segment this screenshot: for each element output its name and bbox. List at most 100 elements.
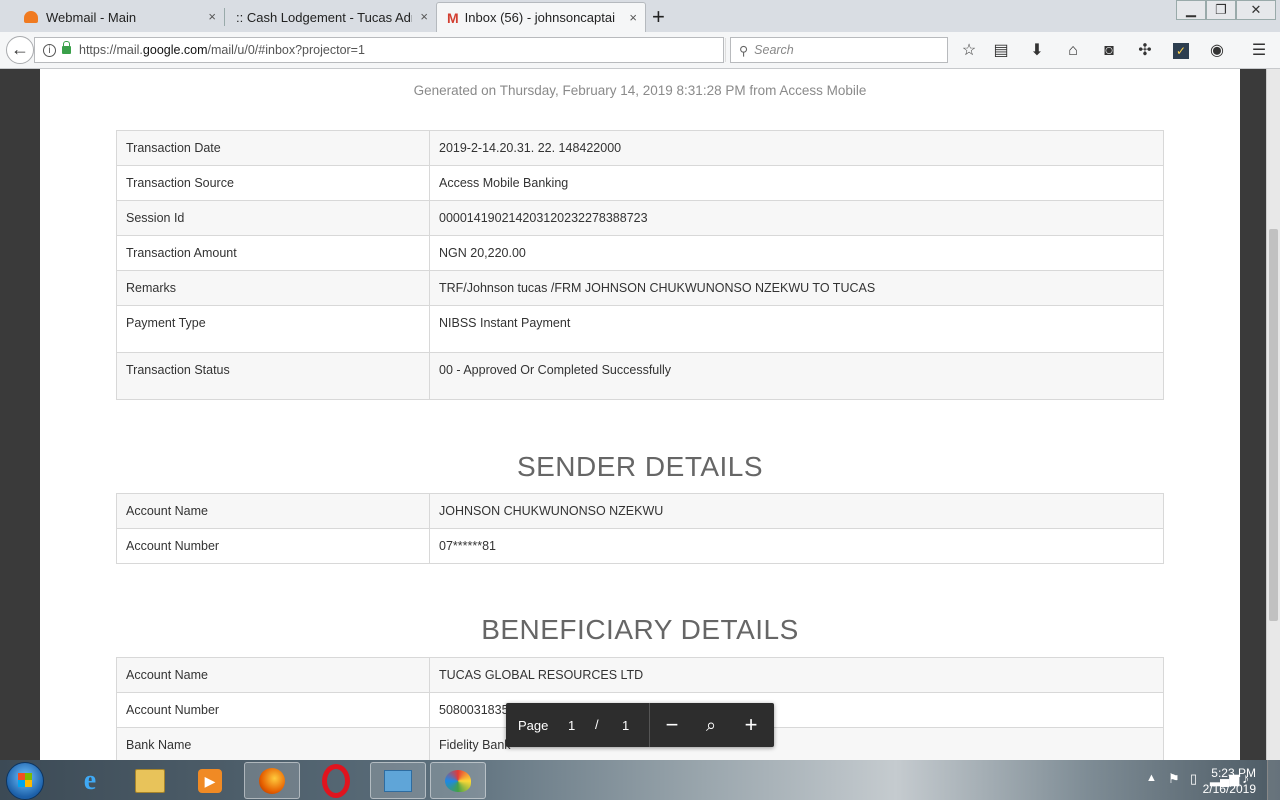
table-row: Session Id 000014190214203120232278388723 [116,200,1164,236]
clock-date: 2/16/2019 [1202,782,1256,796]
menu-icon[interactable]: ☰ [1248,40,1270,62]
reading-list-icon[interactable]: ▤ [990,40,1012,62]
search-placeholder: Search [754,43,794,57]
paint-icon[interactable] [430,762,486,799]
clock-time: 5:23 PM [1211,766,1256,780]
table-row: Transaction Amount NGN 20,220.00 [116,235,1164,271]
row-key: Transaction Date [116,130,430,166]
table-row: Transaction Source Access Mobile Banking [116,165,1164,201]
taskbar: e ▶ ▲ ⚑ ▯ ▂▄▆ ♪ 5:23 PM 2/16/2019 [0,760,1280,800]
current-page-input[interactable]: 1 [568,718,575,733]
control-panel-icon[interactable] [370,762,426,799]
page-separator: / [595,717,599,732]
gmail-background-left [0,69,40,760]
scrollbar[interactable] [1266,69,1280,760]
row-value: TRF/Johnson tucas /FRM JOHNSON CHUKWUNON… [429,270,1164,306]
checkmark-extension-icon[interactable]: ✓ [1170,40,1192,62]
windows-logo-icon [18,773,32,787]
action-center-icon[interactable]: ⚑ [1168,771,1180,787]
internet-explorer-icon[interactable]: e [62,762,118,799]
table-row: Account Number 07******81 [116,528,1164,564]
pdf-toolbar: Page 1 / 1 − ⌕ + [506,703,774,747]
row-key: Account Number [116,528,430,564]
extension-icon[interactable]: ✣ [1134,40,1156,62]
download-icon[interactable]: ⬇ [1026,40,1048,62]
media-player-icon[interactable]: ▶ [182,762,238,799]
zoom-out-button[interactable]: − [659,712,685,738]
row-value: 00 - Approved Or Completed Successfully [429,352,1164,400]
lock-icon [62,41,71,54]
table-row: Account Name TUCAS GLOBAL RESOURCES LTD [116,657,1164,693]
new-tab-button[interactable]: + [652,4,665,30]
file-explorer-icon[interactable] [122,762,178,799]
back-button[interactable]: ← [6,36,34,64]
generated-note: Generated on Thursday, February 14, 2019… [413,83,867,98]
row-key: Transaction Amount [116,235,430,271]
transaction-table: Transaction Date 2019-2-14.20.31. 22. 148… [116,130,1164,400]
address-bar[interactable]: i https://mail.google.com/mail/u/0/#inbo… [34,37,748,63]
table-row: Transaction Status 00 - Approved Or Compl… [116,352,1164,400]
tab-cash-lodgement[interactable]: :: Cash Lodgement - Tucas Admi × [226,2,436,32]
row-key: Transaction Status [116,352,430,400]
row-value: 07******81 [429,528,1164,564]
row-value: NGN 20,220.00 [429,235,1164,271]
bookmark-star-icon[interactable]: ☆ [958,40,980,62]
table-row: Transaction Date 2019-2-14.20.31. 22. 148… [116,130,1164,166]
webmail-favicon-icon [24,11,38,23]
row-key: Session Id [116,200,430,236]
row-value: 2019-2-14.20.31. 22. 148422000 [429,130,1164,166]
show-hidden-icons-icon[interactable]: ▲ [1146,772,1157,784]
row-value: 000014190214203120232278388723 [429,200,1164,236]
firefox-icon[interactable] [244,762,300,799]
table-row: Remarks TRF/Johnson tucas /FRM JOHNSON CH… [116,270,1164,306]
start-button[interactable] [6,762,44,800]
close-icon[interactable]: × [420,9,428,24]
url-text: https://mail.google.com/mail/u/0/#inbox?… [79,43,365,57]
row-value: Access Mobile Banking [429,165,1164,201]
show-desktop-button[interactable] [1267,760,1280,800]
row-value: TUCAS GLOBAL RESOURCES LTD [429,657,1164,693]
navigation-bar: ← i https://mail.google.com/mail/u/0/#in… [0,32,1280,69]
system-tray: ▲ ⚑ ▯ ▂▄▆ ♪ 5:23 PM 2/16/2019 [1070,760,1280,800]
row-key: Account Name [116,493,430,529]
row-key: Bank Name [116,727,430,760]
row-key: Remarks [116,270,430,306]
close-icon[interactable]: × [629,10,637,25]
pdf-document: Generated on Thursday, February 14, 2019… [40,69,1240,760]
scrollbar-thumb[interactable] [1269,229,1278,621]
close-window-button[interactable]: ✕ [1236,0,1276,20]
search-icon: ⚲ [739,43,749,58]
beneficiary-details-heading: BENEFICIARY DETAILS [481,614,799,645]
toolbar-divider [649,703,650,747]
opera-icon[interactable] [308,762,364,799]
row-key: Payment Type [116,305,430,353]
home-icon[interactable]: ⌂ [1062,40,1084,62]
battery-icon[interactable]: ▯ [1190,771,1197,787]
zoom-reset-icon[interactable]: ⌕ [698,712,724,738]
total-pages: 1 [622,718,630,733]
screenshot-icon[interactable]: ◉ [1206,40,1228,62]
tab-label: :: Cash Lodgement - Tucas Admi [236,9,412,25]
search-field[interactable]: ⚲ Search [730,37,948,63]
pocket-icon[interactable]: ◙ [1098,40,1120,62]
zoom-in-button[interactable]: + [738,712,764,738]
gmail-favicon-icon: M [447,9,459,26]
tab-label: Webmail - Main [46,9,137,25]
row-value: JOHNSON CHUKWUNONSO NZEKWU [429,493,1164,529]
close-icon[interactable]: × [208,9,216,24]
tab-webmail[interactable]: Webmail - Main × [14,2,224,32]
sender-table: Account Name JOHNSON CHUKWUNONSO NZEKWU A… [116,493,1164,564]
row-key: Account Number [116,692,430,728]
row-key: Transaction Source [116,165,430,201]
table-row: Payment Type NIBSS Instant Payment [116,305,1164,353]
restore-button[interactable]: ❐ [1206,0,1236,20]
tab-bar: Webmail - Main × :: Cash Lodgement - Tuc… [0,0,1280,32]
tab-gmail-inbox[interactable]: M Inbox (56) - johnsoncaptain2 × [436,2,646,32]
row-key: Account Name [116,657,430,693]
clock[interactable]: 5:23 PM 2/16/2019 [1203,765,1256,797]
info-icon[interactable]: i [43,43,56,57]
minimize-button[interactable]: ▁ [1176,0,1206,20]
row-value: NIBSS Instant Payment [429,305,1164,353]
page-label: Page [518,718,549,733]
table-row: Account Name JOHNSON CHUKWUNONSO NZEKWU [116,493,1164,529]
